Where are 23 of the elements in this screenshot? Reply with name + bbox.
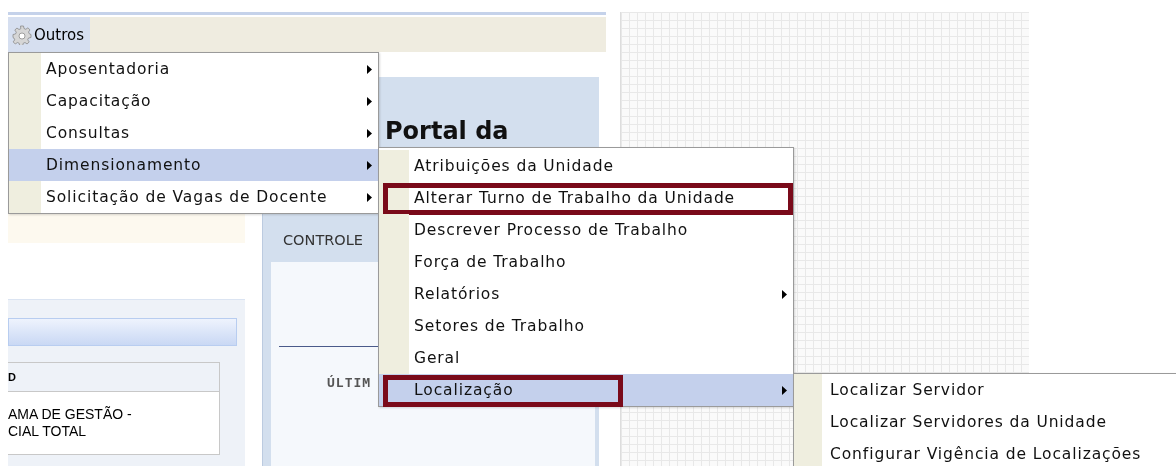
menu-item[interactable]: Setores de Trabalho <box>379 310 793 342</box>
menu-item[interactable]: Capacitação <box>9 85 378 117</box>
panel-text: CONTROLE <box>283 232 364 248</box>
menu-item[interactable]: Configurar Vigência de Localizações <box>794 438 1176 466</box>
menu-item[interactable]: Descrever Processo de Trabalho <box>379 214 793 246</box>
menu-item[interactable]: Alterar Turno de Trabalho da Unidade <box>379 182 793 214</box>
outros-menu-button[interactable]: Outros <box>8 17 91 52</box>
menu-item[interactable]: Atribuições da Unidade <box>379 150 793 182</box>
menu-item[interactable]: Relatórios <box>379 278 793 310</box>
menu-item[interactable]: Dimensionamento <box>9 149 378 181</box>
menu-item[interactable]: Força de Trabalho <box>379 246 793 278</box>
menu-item[interactable]: Solicitação de Vagas de Docente <box>9 181 378 213</box>
portal-title: Portal da <box>385 116 510 145</box>
menu-item[interactable]: Geral <box>379 342 793 374</box>
menu-item[interactable]: Consultas <box>9 117 378 149</box>
menu-item[interactable]: Aposentadoria <box>9 53 378 85</box>
section-heading: ÚLTIM <box>327 375 372 390</box>
menu-item[interactable]: Localizar Servidor <box>794 374 1176 406</box>
menu-item[interactable]: Localizar Servidores da Unidade <box>794 406 1176 438</box>
table-cell: AMA DE GESTÃO - CIAL TOTAL <box>8 391 220 455</box>
menu-item[interactable]: Localização <box>379 374 793 406</box>
gear-icon <box>12 24 32 45</box>
column-header: D <box>8 362 220 392</box>
